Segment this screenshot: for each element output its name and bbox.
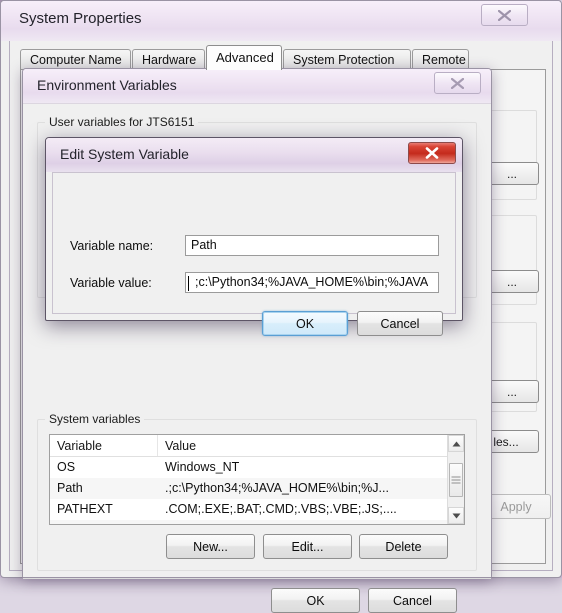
text-caret <box>188 276 189 291</box>
footer-divider <box>23 578 491 579</box>
tab-advanced[interactable]: Advanced <box>206 45 282 70</box>
user-variables-group-label: User variables for JTS6151 <box>45 115 199 129</box>
close-icon[interactable] <box>434 72 481 94</box>
cell-value: .COM;.EXE;.BAT;.CMD;.VBS;.VBE;.JS;.... <box>165 502 397 516</box>
variable-value-text: ;c:\Python34;%JAVA_HOME%\bin;%JAVA <box>195 275 429 289</box>
table-row[interactable]: PROCESSOR_AR... AMD64 <box>50 520 464 524</box>
cancel-button[interactable]: Cancel <box>368 588 457 613</box>
startup-settings-button[interactable]: ... <box>485 380 539 403</box>
performance-settings-button[interactable]: ... <box>485 162 539 185</box>
table-row[interactable]: Path .;c:\Python34;%JAVA_HOME%\bin;%J... <box>50 478 464 499</box>
edit-button[interactable]: Edit... <box>263 534 352 559</box>
cell-variable: PATHEXT <box>57 502 113 516</box>
tab-hardware[interactable]: Hardware <box>132 49 205 69</box>
user-profiles-settings-button[interactable]: ... <box>485 270 539 293</box>
variable-name-input[interactable]: Path <box>185 235 439 256</box>
cell-value: Windows_NT <box>165 460 240 474</box>
scrollbar-grip-icon <box>451 476 461 484</box>
scroll-up-arrow-icon[interactable] <box>448 435 464 452</box>
system-variables-list[interactable]: Variable Value OS Windows_NT Path .;c:\P… <box>49 434 465 525</box>
cell-variable: PROCESSOR_AR... <box>50 520 158 524</box>
scroll-down-arrow-icon[interactable] <box>448 507 464 524</box>
dialog-title: Edit System Variable <box>60 146 189 162</box>
tab-remote[interactable]: Remote <box>412 49 469 69</box>
vertical-scrollbar[interactable] <box>447 435 464 524</box>
tab-computer-name[interactable]: Computer Name <box>20 49 131 69</box>
table-row[interactable]: PATHEXT .COM;.EXE;.BAT;.CMD;.VBS;.VBE;.J… <box>50 499 464 520</box>
variable-name-label: Variable name: <box>70 239 154 253</box>
variable-value-label: Variable value: <box>70 276 152 290</box>
table-row[interactable]: OS Windows_NT <box>50 457 464 478</box>
edit-system-variable-dialog: Edit System Variable Variable name: Path… <box>45 137 463 336</box>
system-variables-group-label: System variables <box>45 412 145 426</box>
close-icon[interactable] <box>408 142 456 164</box>
scrollbar-thumb[interactable] <box>449 463 463 497</box>
cell-variable: Path <box>57 481 83 495</box>
cell-value: AMD64 <box>158 520 464 524</box>
delete-button[interactable]: Delete <box>359 534 448 559</box>
cell-variable: OS <box>57 460 76 474</box>
cancel-button[interactable]: Cancel <box>357 311 443 336</box>
edit-dialog-body: Variable name: Path Variable value: ;c:\… <box>52 172 456 336</box>
table-header: Variable Value <box>50 435 464 457</box>
page-title: System Properties <box>19 10 142 27</box>
new-button[interactable]: New... <box>166 534 255 559</box>
cell-value: .;c:\Python34;%JAVA_HOME%\bin;%J... <box>165 481 389 495</box>
ok-button[interactable]: OK <box>262 311 348 336</box>
ok-button[interactable]: OK <box>271 588 360 613</box>
variable-value-input[interactable]: ;c:\Python34;%JAVA_HOME%\bin;%JAVA <box>185 272 439 293</box>
close-icon[interactable] <box>481 4 528 26</box>
tab-system-protection[interactable]: System Protection <box>283 49 411 69</box>
tab-strip: Computer Name Hardware Advanced System P… <box>20 45 546 70</box>
column-header-variable[interactable]: Variable <box>50 435 158 456</box>
column-header-value[interactable]: Value <box>158 435 464 456</box>
dialog-title: Environment Variables <box>37 77 177 93</box>
